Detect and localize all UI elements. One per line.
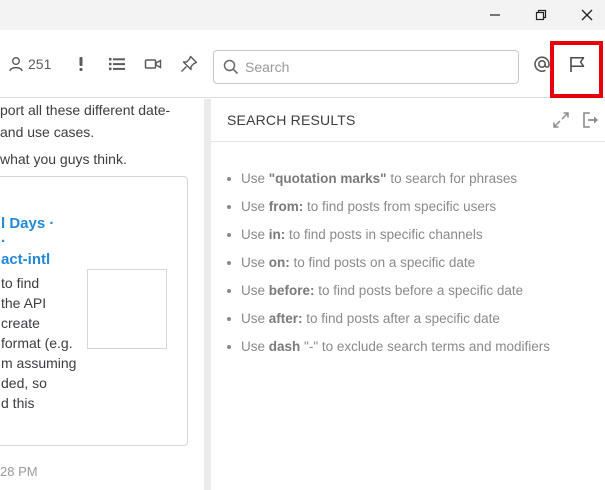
message-text-line: and use cases. — [0, 124, 95, 140]
search-results-title: SEARCH RESULTS — [227, 112, 356, 128]
pin-icon — [181, 55, 198, 72]
expand-button[interactable] — [552, 111, 570, 129]
hint-term: "quotation marks" — [268, 171, 387, 186]
preview-title-line[interactable]: · — [1, 233, 6, 250]
expand-icon — [553, 112, 569, 128]
message-list: port all these different date- and use c… — [0, 99, 204, 490]
search-hint-item: Use on: to find posts on a specific date — [227, 255, 550, 283]
hint-term: from: — [268, 199, 304, 214]
search-hint-item: Use in: to find posts in specific channe… — [227, 227, 550, 255]
preview-text-line: create — [1, 315, 40, 331]
pinned-posts-button[interactable] — [180, 30, 198, 98]
highlight-box — [550, 41, 603, 98]
exclamation-icon — [79, 57, 83, 71]
channel-files-button[interactable] — [108, 30, 126, 98]
search-hint-item: Use before: to find posts before a speci… — [227, 283, 550, 311]
list-icon — [109, 58, 125, 71]
minimize-icon — [490, 14, 500, 16]
preview-text-line: the API — [1, 295, 47, 311]
search-input[interactable] — [245, 59, 505, 75]
message-text-line: what you guys think. — [0, 151, 127, 167]
preview-text-line: d this — [1, 395, 35, 411]
preview-text-line: to find — [1, 275, 40, 291]
search-box[interactable] — [213, 50, 519, 84]
member-count: 251 — [28, 56, 52, 72]
search-results-panel: SEARCH RESULTS Use "quotation marks" to … — [211, 99, 605, 490]
video-camera-icon — [144, 59, 162, 69]
search-hints-list: Use "quotation marks" to search for phra… — [227, 171, 550, 367]
channel-header: 251 — [0, 30, 605, 98]
preview-text-line: ded, so — [1, 375, 47, 391]
close-window-button[interactable] — [564, 0, 605, 30]
link-preview-card[interactable]: l Days · · act-intl to find the API crea… — [0, 176, 188, 446]
hint-term: in: — [268, 227, 286, 242]
hint-term: before: — [268, 283, 315, 298]
preview-text-line: format (e.g. — [1, 335, 73, 351]
preview-text-line: m assuming — [1, 355, 77, 371]
message-timestamp[interactable]: 28 PM — [0, 464, 38, 479]
member-list-button[interactable]: 251 — [8, 30, 51, 98]
minimize-button[interactable] — [472, 0, 518, 30]
mentions-button[interactable] — [76, 30, 86, 98]
video-call-button[interactable] — [144, 30, 162, 98]
preview-thumbnail — [87, 269, 167, 349]
message-text-line: port all these different date- — [0, 102, 171, 118]
search-hint-item: Use from: to find posts from specific us… — [227, 199, 550, 227]
recent-mentions-button[interactable] — [533, 30, 551, 98]
search-hint-item: Use "quotation marks" to search for phra… — [227, 171, 550, 199]
hint-term: on: — [268, 255, 290, 270]
search-hint-item: Use after: to find posts after a specifi… — [227, 311, 550, 339]
restore-button[interactable] — [518, 0, 564, 30]
hint-term: dash — [268, 339, 301, 354]
search-results-header: SEARCH RESULTS — [211, 99, 605, 142]
close-icon — [581, 9, 593, 21]
restore-icon — [535, 9, 547, 21]
preview-title-line[interactable]: act-intl — [1, 251, 50, 268]
search-hint-item: Use dash "-" to exclude search terms and… — [227, 339, 550, 367]
preview-title-line[interactable]: l Days · — [1, 215, 54, 232]
hint-term: after: — [268, 311, 303, 326]
collapse-panel-icon — [583, 112, 598, 128]
close-panel-button[interactable] — [581, 111, 599, 129]
window-titlebar — [0, 0, 605, 30]
search-icon — [223, 59, 239, 75]
member-icon — [9, 57, 23, 72]
pane-divider[interactable] — [204, 99, 211, 490]
at-mention-icon — [534, 56, 550, 73]
